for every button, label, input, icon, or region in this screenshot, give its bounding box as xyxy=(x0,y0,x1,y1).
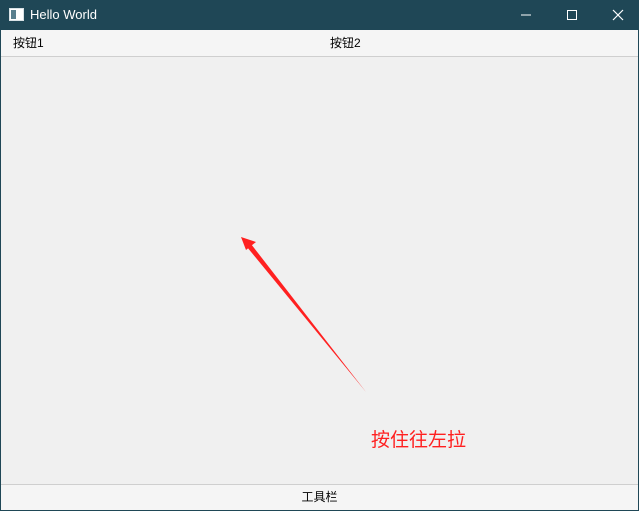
menu-bar: 按钮1 按钮2 xyxy=(1,30,638,57)
bottom-toolbar[interactable]: 工具栏 xyxy=(1,484,638,510)
minimize-icon xyxy=(521,14,531,16)
arrow-up-left-icon xyxy=(241,237,366,392)
minimize-button[interactable] xyxy=(503,0,549,30)
maximize-icon xyxy=(567,10,577,20)
window-app-icon xyxy=(9,8,24,21)
button-1[interactable]: 按钮1 xyxy=(9,30,48,56)
window-title: Hello World xyxy=(30,7,97,22)
drag-hint-text: 按住往左拉 xyxy=(371,429,467,451)
maximize-button[interactable] xyxy=(549,0,595,30)
title-bar[interactable]: Hello World xyxy=(0,0,639,30)
toolbar-label: 工具栏 xyxy=(301,490,338,504)
button-2[interactable]: 按钮2 xyxy=(326,30,365,56)
window-client-area: 按钮1 按钮2 按住往左拉 工具栏 xyxy=(1,30,638,510)
central-area[interactable]: 按住往左拉 xyxy=(1,58,638,484)
close-icon xyxy=(612,9,624,21)
close-button[interactable] xyxy=(595,0,639,30)
